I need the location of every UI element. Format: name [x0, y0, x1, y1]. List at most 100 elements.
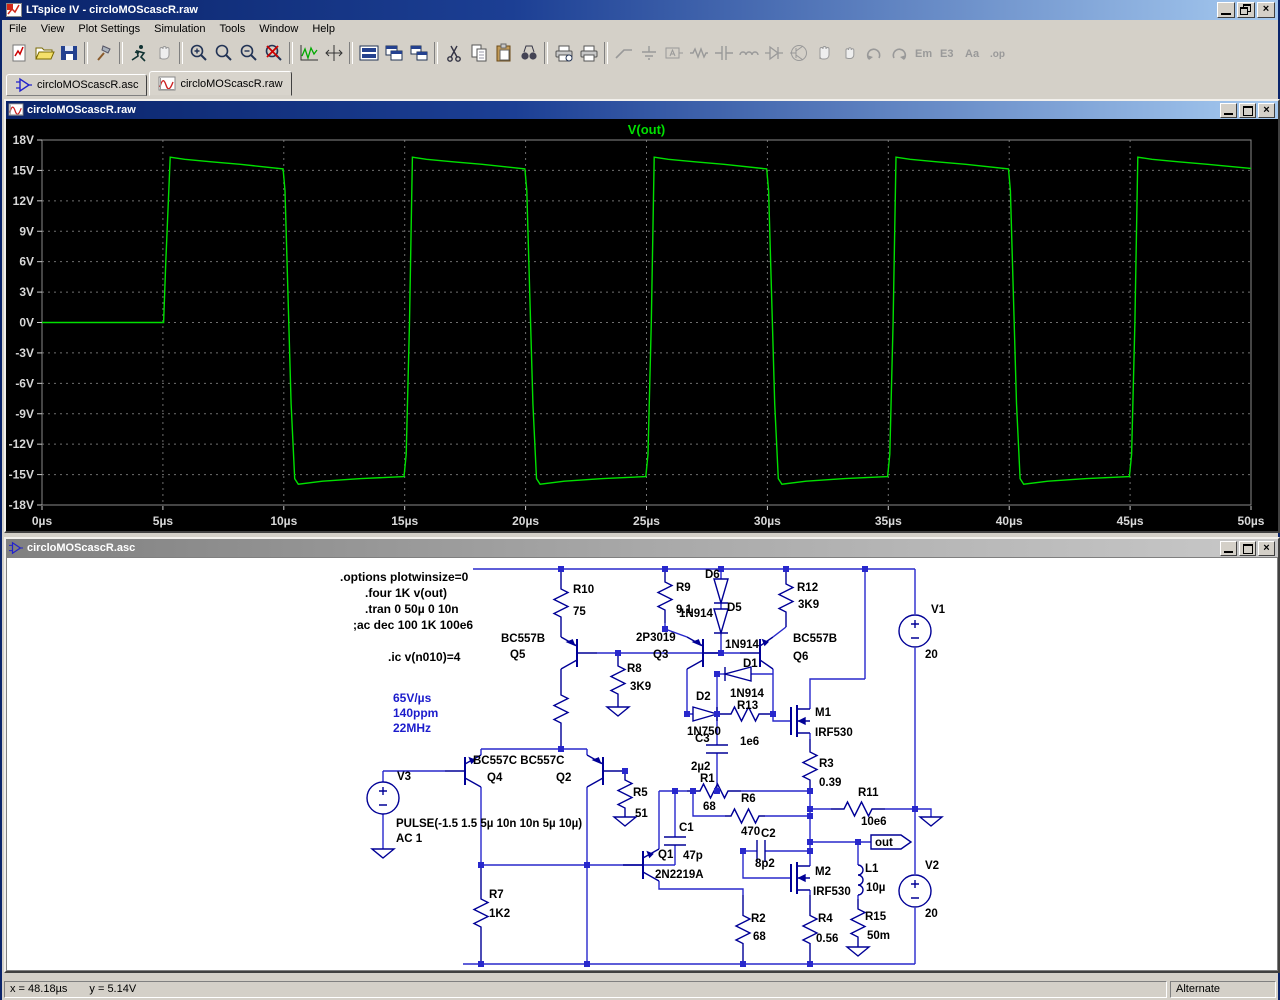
svg-text:M1: M1 — [815, 707, 832, 719]
cascade-windows-button[interactable] — [381, 41, 406, 65]
svg-text:C1: C1 — [679, 822, 694, 834]
waveform-plot-area[interactable]: 18V15V12V9V6V3V0V-3V-6V-9V-12V-15V-18V0µ… — [6, 119, 1278, 531]
wave-maximize-button[interactable] — [1239, 103, 1256, 118]
find-button[interactable] — [516, 41, 541, 65]
svg-text:-6V: -6V — [15, 376, 34, 390]
svg-text:75: 75 — [573, 606, 586, 618]
run-button[interactable] — [126, 41, 151, 65]
schematic-tab-icon — [15, 77, 33, 93]
tile-windows-button[interactable] — [356, 41, 381, 65]
zoom-full-extents-button[interactable] — [261, 41, 286, 65]
print-icon — [578, 43, 600, 63]
waveform-window-icon — [8, 103, 24, 117]
svg-text:BC557B: BC557B — [793, 633, 837, 645]
print-preview-button[interactable] — [551, 41, 576, 65]
svg-text:R5: R5 — [633, 787, 648, 799]
svg-text:R2: R2 — [751, 913, 766, 925]
svg-text:IRF530: IRF530 — [815, 727, 853, 739]
undo-icon — [863, 43, 885, 63]
toolbar-group-1 — [91, 41, 116, 65]
resistor-button — [686, 41, 711, 65]
spice-directive-icon: .op — [988, 43, 1010, 63]
svg-text:R10: R10 — [573, 584, 594, 596]
app-title: LTspice IV - circloMOScascR.raw — [26, 4, 198, 16]
menu-item-window[interactable]: Window — [252, 21, 305, 37]
tab-raw[interactable]: circloMOScascR.raw — [149, 71, 291, 96]
waveform-tab-icon — [158, 76, 176, 92]
redo-button — [886, 41, 911, 65]
copy-button[interactable] — [466, 41, 491, 65]
menu-item-help[interactable]: Help — [305, 21, 342, 37]
svg-text:3K9: 3K9 — [798, 599, 819, 611]
wave-close-button[interactable]: × — [1258, 103, 1275, 118]
control-panel-button[interactable] — [91, 41, 116, 65]
toolbar-group-0 — [6, 41, 81, 65]
svg-text:C3: C3 — [695, 733, 710, 745]
paste-button[interactable] — [491, 41, 516, 65]
minimize-button[interactable] — [1217, 2, 1235, 18]
svg-text:30µs: 30µs — [754, 514, 781, 528]
app-titlebar[interactable]: LTspice IV - circloMOScascR.raw × — [2, 0, 1278, 20]
statusbar: x = 48.18µs y = 5.14V Alternate — [2, 978, 1278, 1000]
schematic-annotations[interactable]: 65V/µs140ppm22MHz — [393, 691, 438, 735]
copy-icon — [468, 43, 490, 63]
solver-mode-panel: Alternate — [1170, 981, 1276, 998]
svg-text:8p2: 8p2 — [755, 858, 775, 870]
cut-icon — [443, 43, 465, 63]
svg-text:Q1: Q1 — [658, 849, 674, 861]
arrange-windows-button[interactable] — [406, 41, 431, 65]
waveform-window-titlebar[interactable]: circloMOScascR.raw × — [6, 101, 1278, 119]
print-button[interactable] — [576, 41, 601, 65]
zoom-out-button[interactable] — [236, 41, 261, 65]
spice-directive-button: .op — [986, 41, 1011, 65]
zoom-area-button[interactable] — [211, 41, 236, 65]
svg-text:-18V: -18V — [9, 498, 34, 512]
svg-text:2µ2: 2µ2 — [691, 761, 710, 773]
menu-item-file[interactable]: File — [2, 21, 34, 37]
schematic-window: circloMOScascR.asc × .options plotwinsiz… — [4, 537, 1280, 973]
waveform-plot[interactable]: 18V15V12V9V6V3V0V-3V-6V-9V-12V-15V-18V0µ… — [6, 119, 1278, 531]
schematic-canvas[interactable]: .options plotwinsize=0.four 1K v(out).tr… — [6, 557, 1278, 971]
svg-text:D6: D6 — [705, 569, 720, 581]
tile-windows-icon — [358, 43, 380, 63]
undo-button — [861, 41, 886, 65]
close-button[interactable]: × — [1257, 2, 1275, 18]
svg-text:R13: R13 — [737, 700, 758, 712]
svg-text:Em: Em — [915, 48, 932, 60]
menu-item-simulation[interactable]: Simulation — [147, 21, 212, 37]
tab-asc[interactable]: circloMOScascR.asc — [6, 74, 147, 96]
wave-minimize-button[interactable] — [1220, 103, 1237, 118]
x-axis-labels: 0µs5µs10µs15µs20µs25µs30µs35µs40µs45µs50… — [32, 514, 1265, 528]
svg-text:0V: 0V — [19, 316, 34, 330]
move-icon — [813, 43, 835, 63]
trace-legend-vout[interactable]: V(out) — [628, 122, 666, 137]
svg-text:.options plotwinsize=0: .options plotwinsize=0 — [340, 570, 469, 584]
open-button[interactable] — [31, 41, 56, 65]
svg-text:R9: R9 — [676, 582, 691, 594]
schematic-drawing[interactable]: .options plotwinsize=0.four 1K v(out).tr… — [7, 558, 1279, 971]
svg-text:2N2219A: 2N2219A — [655, 869, 704, 881]
autorange-y-axis-button[interactable] — [296, 41, 321, 65]
spice-directives[interactable]: .options plotwinsize=0.four 1K v(out).tr… — [340, 570, 473, 664]
restore-button[interactable] — [1237, 2, 1255, 18]
waveform-window: circloMOScascR.raw × 18V15V12V9V6V3V0V-3… — [4, 99, 1280, 533]
svg-text:Q6: Q6 — [793, 651, 808, 663]
zoom-in-button[interactable] — [186, 41, 211, 65]
asc-minimize-button[interactable] — [1220, 541, 1237, 556]
plot-ticks — [37, 140, 1251, 510]
schematic-window-titlebar[interactable]: circloMOScascR.asc × — [6, 539, 1278, 557]
plot-settings-button[interactable] — [321, 41, 346, 65]
tab-label: circloMOScascR.asc — [37, 79, 138, 91]
menu-item-tools[interactable]: Tools — [213, 21, 253, 37]
svg-text:45µs: 45µs — [1117, 514, 1144, 528]
asc-maximize-button[interactable] — [1239, 541, 1256, 556]
save-button[interactable] — [56, 41, 81, 65]
menu-item-plot-settings[interactable]: Plot Settings — [71, 21, 147, 37]
cut-button[interactable] — [441, 41, 466, 65]
new-schematic-button[interactable] — [6, 41, 31, 65]
svg-text:R12: R12 — [797, 582, 818, 594]
menu-item-view[interactable]: View — [34, 21, 72, 37]
asc-close-button[interactable]: × — [1258, 541, 1275, 556]
svg-text:BC557B: BC557B — [501, 633, 545, 645]
drag-icon — [838, 43, 860, 63]
